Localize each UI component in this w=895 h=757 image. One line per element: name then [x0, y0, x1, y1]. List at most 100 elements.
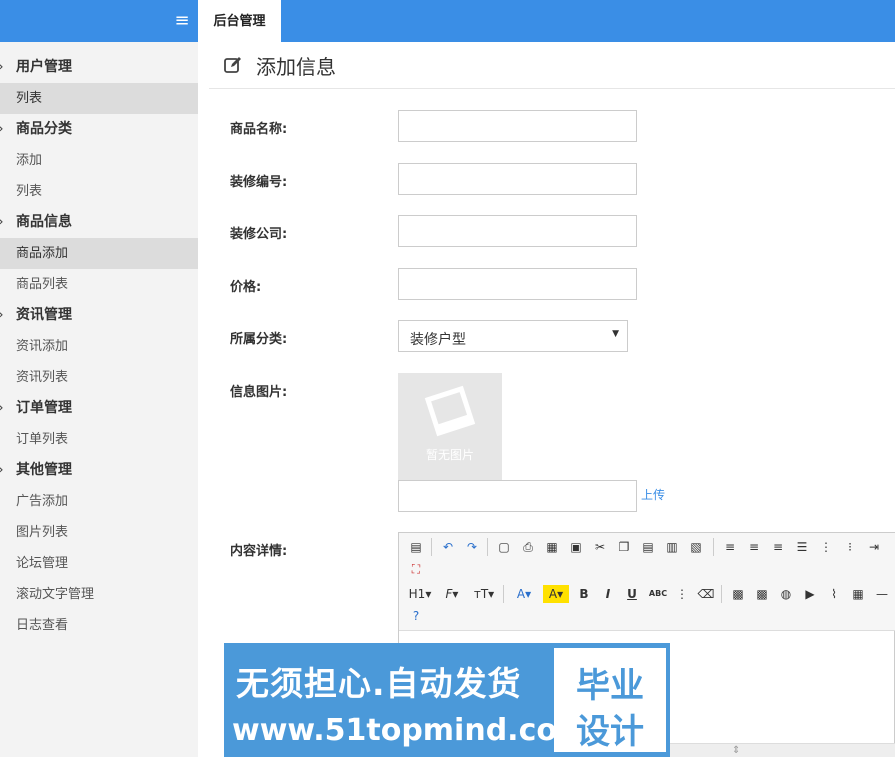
- ordered-list-icon[interactable]: ⋮: [817, 538, 835, 556]
- sidebar-item-image-list[interactable]: 图片列表: [0, 517, 198, 548]
- align-justify-icon[interactable]: ☰: [793, 538, 811, 556]
- chevron-right-icon: ›: [0, 393, 4, 424]
- sidebar-item-news-add[interactable]: 资讯添加: [0, 331, 198, 362]
- help-icon[interactable]: ?: [407, 607, 425, 625]
- sidebar-group-label: 商品信息: [16, 214, 72, 230]
- paste-text-icon[interactable]: ▥: [663, 538, 681, 556]
- horizontal-rule-icon[interactable]: —: [873, 585, 891, 603]
- font-size-icon[interactable]: тT▾: [471, 585, 497, 603]
- upload-link[interactable]: 上传: [641, 486, 665, 503]
- source-icon[interactable]: ▤: [407, 538, 425, 556]
- dropdown-arrow-icon: ▼: [612, 329, 619, 339]
- fullscreen-icon[interactable]: ⛶: [407, 560, 425, 578]
- align-right-icon[interactable]: ≡: [769, 538, 787, 556]
- sidebar-group-label: 资讯管理: [16, 307, 72, 323]
- price-label: 价格:: [230, 280, 262, 295]
- align-left-icon[interactable]: ≡: [721, 538, 739, 556]
- code-label: 装修编号:: [230, 175, 288, 190]
- image-icon[interactable]: ▩: [729, 585, 747, 603]
- name-label: 商品名称:: [230, 122, 288, 137]
- image-path-input[interactable]: [398, 480, 637, 512]
- sidebar-group-other[interactable]: › 其他管理: [0, 455, 198, 486]
- sidebar-item-marquee[interactable]: 滚动文字管理: [0, 579, 198, 610]
- template-icon[interactable]: ▦: [543, 538, 561, 556]
- toolbar-divider: [503, 585, 504, 603]
- sidebar-item-forum[interactable]: 论坛管理: [0, 548, 198, 579]
- photo-icon: [424, 385, 476, 437]
- preview-icon[interactable]: ▢: [495, 538, 513, 556]
- font-family-icon[interactable]: F▾: [439, 585, 465, 603]
- sidebar-item-ad-add[interactable]: 广告添加: [0, 486, 198, 517]
- undo-icon[interactable]: ↶: [439, 538, 457, 556]
- sidebar-item-goods-add[interactable]: 商品添加: [0, 238, 198, 269]
- sidebar-item-news-list[interactable]: 资讯列表: [0, 362, 198, 393]
- chevron-right-icon: ›: [0, 300, 4, 331]
- sidebar-group-label: 其他管理: [16, 462, 72, 478]
- content-label: 内容详情:: [230, 544, 288, 559]
- cut-icon[interactable]: ✂: [591, 538, 609, 556]
- paste-word-icon[interactable]: ▧: [687, 538, 705, 556]
- chevron-right-icon: ›: [0, 455, 4, 486]
- editor-toolbar: ▤ ↶ ↷ ▢ ⎙ ▦ ▣ ✂ ❐ ▤ ▥ ▧ ≡ ≡ ≡ ☰ ⋮ ⁝ ⇥ ⛶ …: [399, 533, 895, 631]
- toolbar-divider: [713, 538, 714, 556]
- image-placeholder[interactable]: 暂无图片: [398, 373, 502, 480]
- watermark-url: www.51topmind.com: [232, 713, 589, 748]
- page-header: 添加信息: [209, 42, 895, 89]
- paste-icon[interactable]: ▤: [639, 538, 657, 556]
- name-input[interactable]: [398, 110, 637, 142]
- redo-icon[interactable]: ↷: [463, 538, 481, 556]
- sidebar-item-goods-list[interactable]: 商品列表: [0, 269, 198, 300]
- sidebar-group-label: 用户管理: [16, 59, 72, 75]
- sidebar-item-category-list[interactable]: 列表: [0, 176, 198, 207]
- image-label: 信息图片:: [230, 385, 288, 400]
- image-placeholder-text: 暂无图片: [425, 448, 474, 462]
- watermark-badge-top: 毕业: [576, 666, 644, 706]
- copy-icon[interactable]: ❐: [615, 538, 633, 556]
- media-icon[interactable]: ▶: [801, 585, 819, 603]
- table-icon[interactable]: ▦: [849, 585, 867, 603]
- multi-image-icon[interactable]: ▩: [753, 585, 771, 603]
- eraser-icon[interactable]: ⌫: [697, 585, 715, 603]
- watermark-badge: 毕业 设计: [554, 648, 666, 752]
- strikethrough-icon[interactable]: ABC: [647, 585, 669, 603]
- sidebar-group-label: 订单管理: [16, 400, 72, 416]
- indent-icon[interactable]: ⇥: [865, 538, 883, 556]
- line-height-icon[interactable]: ⋮: [673, 585, 691, 603]
- category-selected-value: 装修户型: [410, 332, 466, 348]
- bold-icon[interactable]: B: [575, 585, 593, 603]
- sidebar-group-goods[interactable]: › 商品信息: [0, 207, 198, 238]
- sidebar-group-news[interactable]: › 资讯管理: [0, 300, 198, 331]
- sidebar-item-logs[interactable]: 日志查看: [0, 610, 198, 641]
- underline-icon[interactable]: U: [623, 585, 641, 603]
- company-input[interactable]: [398, 215, 637, 247]
- attachment-icon[interactable]: ⌇: [825, 585, 843, 603]
- print-icon[interactable]: ⎙: [519, 538, 537, 556]
- code-input[interactable]: [398, 163, 637, 195]
- sidebar-group-label: 商品分类: [16, 121, 72, 137]
- font-color-icon[interactable]: A▾: [511, 585, 537, 603]
- watermark-banner: 无须担心.自动发货 www.51topmind.com 毕业 设计: [224, 643, 670, 757]
- sidebar: › 用户管理 列表 › 商品分类 添加 列表 › 商品信息 商品添加 商品列表 …: [0, 42, 198, 757]
- italic-icon[interactable]: I: [599, 585, 617, 603]
- sidebar-group-orders[interactable]: › 订单管理: [0, 393, 198, 424]
- sidebar-group-categories[interactable]: › 商品分类: [0, 114, 198, 145]
- highlight-color-icon[interactable]: A▾: [543, 585, 569, 603]
- heading-icon[interactable]: H1▾: [407, 585, 433, 603]
- menu-toggle-icon[interactable]: ≡: [170, 12, 194, 30]
- resize-handle-icon[interactable]: ⇕: [732, 745, 740, 756]
- align-center-icon[interactable]: ≡: [745, 538, 763, 556]
- tab-admin[interactable]: 后台管理: [198, 0, 281, 42]
- price-input[interactable]: [398, 268, 637, 300]
- sidebar-group-users[interactable]: › 用户管理: [0, 52, 198, 83]
- toolbar-divider: [431, 538, 432, 556]
- code-icon[interactable]: ▣: [567, 538, 585, 556]
- top-bar: ≡ 后台管理: [0, 0, 895, 42]
- watermark-slogan: 无须担心.自动发货: [236, 664, 522, 703]
- sidebar-item-category-add[interactable]: 添加: [0, 145, 198, 176]
- unordered-list-icon[interactable]: ⁝: [841, 538, 859, 556]
- sidebar-item-order-list[interactable]: 订单列表: [0, 424, 198, 455]
- flash-icon[interactable]: ◍: [777, 585, 795, 603]
- sidebar-item-user-list[interactable]: 列表: [0, 83, 198, 114]
- category-select[interactable]: 装修户型 ▼: [398, 320, 628, 352]
- page-title: 添加信息: [256, 55, 336, 79]
